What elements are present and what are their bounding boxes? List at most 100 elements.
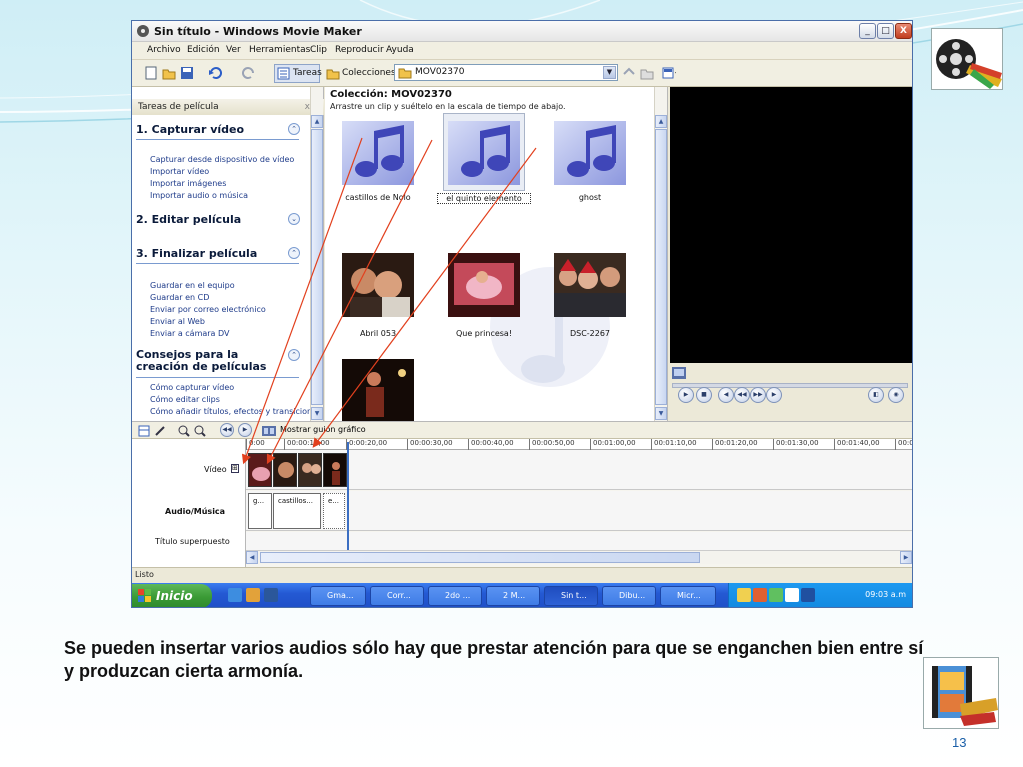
photo-clip-que-princesa[interactable]: Que princesa!: [443, 249, 525, 339]
tray-icon[interactable]: [737, 588, 751, 602]
expand-video-track-icon[interactable]: ⊞: [231, 464, 239, 473]
up-level-icon[interactable]: [622, 66, 636, 80]
previous-icon[interactable]: ◀: [718, 387, 734, 403]
menu-reproducir[interactable]: Reproducir: [335, 45, 384, 55]
taskbar-item-folder[interactable]: 2do ...: [428, 586, 482, 606]
taskbar-item-mail[interactable]: Corr...: [370, 586, 424, 606]
zoom-in-icon[interactable]: [178, 425, 190, 437]
next-icon[interactable]: ▶: [766, 387, 782, 403]
link-send-email[interactable]: Enviar por correo electrónico: [150, 305, 266, 314]
rewind-timeline-icon[interactable]: ◀◀: [220, 423, 234, 437]
zoom-out-icon[interactable]: [194, 425, 206, 437]
scroll-down-icon[interactable]: ▼: [655, 407, 667, 420]
scroll-left-icon[interactable]: ◀: [246, 551, 258, 564]
scroll-thumb[interactable]: [655, 129, 667, 405]
photo-clip-untitled[interactable]: [337, 355, 419, 421]
audio-clip-castillos[interactable]: castillos de Nolo: [337, 113, 419, 203]
section-movie-tips-title[interactable]: Consejos para la creación de películas: [136, 349, 286, 373]
snapshot-icon[interactable]: ◉: [888, 387, 904, 403]
open-folder-icon[interactable]: [162, 66, 176, 80]
taskbar-item-word[interactable]: 2 M...: [486, 586, 540, 606]
link-save-to-computer[interactable]: Guardar en el equipo: [150, 281, 235, 290]
quick-launch-paint-icon[interactable]: [246, 588, 260, 602]
play-icon[interactable]: ▶: [678, 387, 694, 403]
quick-launch-word-icon[interactable]: [264, 588, 278, 602]
storyboard-view-icon[interactable]: [262, 425, 276, 437]
video-clip[interactable]: [323, 453, 347, 487]
menu-ayuda[interactable]: Ayuda: [386, 45, 414, 55]
menu-archivo[interactable]: Archivo: [147, 45, 181, 55]
monitor-mode-icon[interactable]: [672, 367, 686, 379]
scroll-up-icon[interactable]: ▲: [311, 115, 323, 128]
rewind-icon[interactable]: ◀◀: [734, 387, 750, 403]
section-finish-movie-title[interactable]: 3. Finalizar película: [136, 247, 257, 260]
minimize-button[interactable]: _: [859, 23, 876, 39]
audio-clip-quinto-elemento[interactable]: el quinto elemento: [437, 113, 531, 204]
timeline-playhead[interactable]: [347, 442, 349, 550]
taskbar-item-microsoft[interactable]: Micr...: [660, 586, 716, 606]
menu-clip[interactable]: Clip: [310, 45, 327, 55]
new-project-icon[interactable]: [144, 66, 158, 80]
undo-icon[interactable]: [208, 66, 222, 80]
tray-icon[interactable]: [769, 588, 783, 602]
collapse-chevron-icon[interactable]: ⌃: [288, 349, 300, 361]
video-clip[interactable]: [248, 453, 272, 487]
forward-icon[interactable]: ▶▶: [750, 387, 766, 403]
scroll-down-icon[interactable]: ▼: [311, 407, 323, 420]
taskbar-item-movie-maker[interactable]: Sin t...: [544, 586, 598, 606]
close-button[interactable]: X: [895, 23, 912, 39]
start-button[interactable]: Inicio: [132, 584, 212, 607]
menu-herramientas[interactable]: Herramientas: [249, 45, 310, 55]
link-send-web[interactable]: Enviar al Web: [150, 317, 205, 326]
chevron-down-icon[interactable]: ▼: [603, 66, 616, 79]
photo-clip-abril-053[interactable]: Abril 053: [337, 249, 419, 339]
video-clip[interactable]: [298, 453, 322, 487]
taskbar-item-gmail[interactable]: Gma...: [310, 586, 366, 606]
narration-icon[interactable]: [154, 425, 166, 437]
stop-icon[interactable]: ■: [696, 387, 712, 403]
scroll-right-icon[interactable]: ▶: [900, 551, 912, 564]
timeline-scrollbar[interactable]: ◀ ▶: [246, 550, 912, 564]
save-icon[interactable]: [180, 66, 194, 80]
maximize-button[interactable]: □: [877, 23, 894, 39]
scroll-thumb[interactable]: [311, 129, 323, 405]
tray-icon[interactable]: [801, 588, 815, 602]
link-import-images[interactable]: Importar imágenes: [150, 179, 226, 188]
collections-button[interactable]: Colecciones: [323, 64, 396, 83]
taskbar-item-paint[interactable]: Dibu...: [602, 586, 656, 606]
new-folder-icon[interactable]: [640, 66, 654, 80]
link-how-edit-clips[interactable]: Cómo editar clips: [150, 395, 220, 404]
link-how-add-titles[interactable]: Cómo añadir títulos, efectos y transicio…: [150, 407, 321, 416]
collapse-chevron-icon[interactable]: ⌃: [288, 247, 300, 259]
scroll-thumb[interactable]: [260, 552, 700, 563]
link-capture-from-device[interactable]: Capturar desde dispositivo de vídeo: [150, 155, 294, 164]
play-timeline-icon[interactable]: ▶: [238, 423, 252, 437]
link-how-capture-video[interactable]: Cómo capturar vídeo: [150, 383, 234, 392]
tasks-button[interactable]: Tareas: [274, 64, 322, 83]
split-clip-icon[interactable]: ◧: [868, 387, 884, 403]
show-storyboard-label[interactable]: Mostrar guión gráfico: [280, 425, 366, 434]
audio-clip-quinto-elemento[interactable]: e...: [323, 493, 345, 529]
link-import-video[interactable]: Importar vídeo: [150, 167, 209, 176]
expand-chevron-icon[interactable]: ⌄: [288, 213, 300, 225]
section-edit-movie-title[interactable]: 2. Editar película: [136, 213, 241, 226]
views-icon[interactable]: [662, 66, 676, 80]
link-save-to-cd[interactable]: Guardar en CD: [150, 293, 209, 302]
tray-icon[interactable]: [753, 588, 767, 602]
audio-clip-ghost[interactable]: g...: [248, 493, 272, 529]
audio-clip-ghost[interactable]: ghost: [549, 113, 631, 203]
scroll-up-icon[interactable]: ▲: [655, 115, 667, 128]
tray-icon[interactable]: [785, 588, 799, 602]
video-clip[interactable]: [273, 453, 297, 487]
tasks-pane-scrollbar[interactable]: ▲ ▼: [310, 87, 323, 421]
link-send-dv-camera[interactable]: Enviar a cámara DV: [150, 329, 229, 338]
audio-clip-castillos[interactable]: castillos...: [273, 493, 321, 529]
menu-ver[interactable]: Ver: [226, 45, 241, 55]
section-capture-video-title[interactable]: 1. Capturar vídeo: [136, 123, 244, 136]
storyboard-icon[interactable]: [138, 425, 150, 437]
menu-edicion[interactable]: Edición: [187, 45, 220, 55]
collapse-chevron-icon[interactable]: ⌃: [288, 123, 300, 135]
redo-icon[interactable]: [242, 66, 256, 80]
photo-clip-dsc-2267[interactable]: DSC-2267: [549, 249, 631, 339]
collection-select[interactable]: MOV02370 ▼: [394, 64, 618, 81]
